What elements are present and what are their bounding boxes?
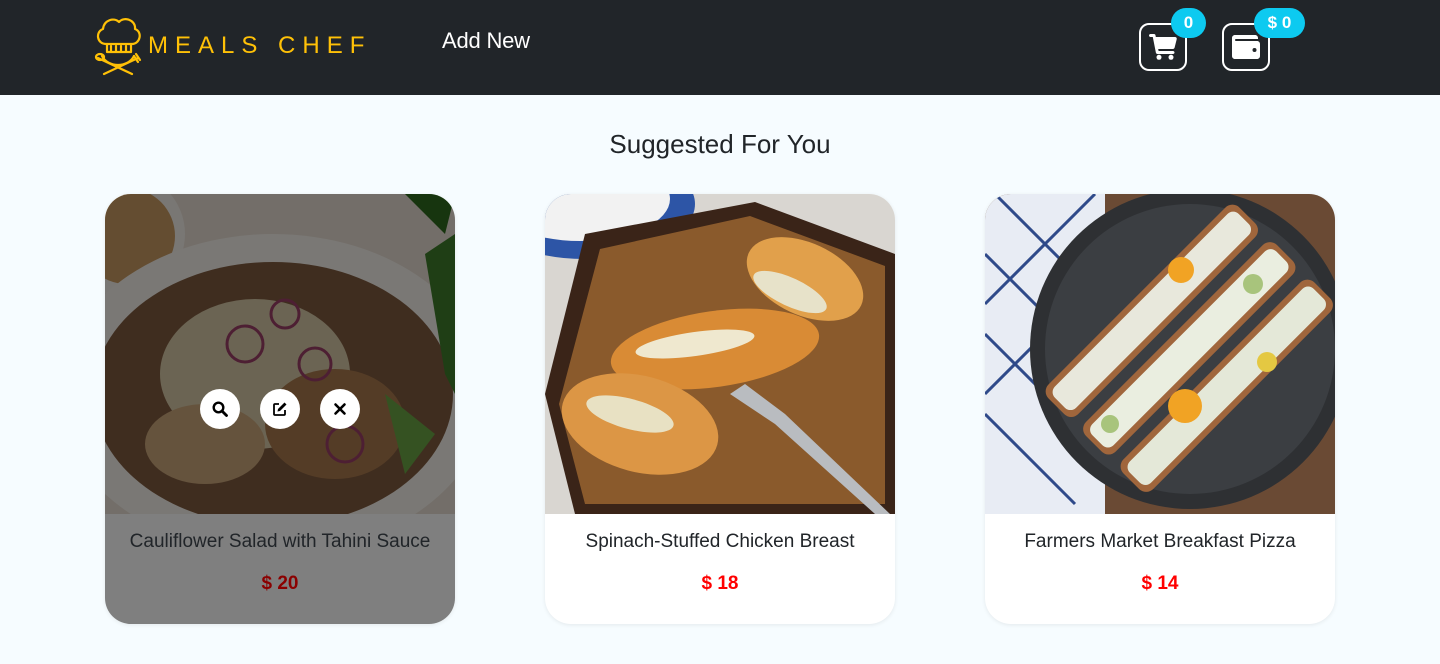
brand-link[interactable]: MEALS CHEF [92, 14, 371, 78]
wallet-icon [1232, 35, 1260, 59]
meal-card[interactable]: Farmers Market Breakfast Pizza $ 14 [985, 194, 1335, 624]
chef-hat-logo-icon [94, 18, 142, 76]
meal-price: $ 18 [701, 573, 739, 594]
card-actions [200, 389, 360, 429]
meal-card[interactable]: Spinach-Stuffed Chicken Breast $ 18 [545, 194, 895, 624]
cart-count-badge: 0 [1171, 8, 1206, 38]
close-icon [334, 403, 346, 415]
meal-name: Spinach-Stuffed Chicken Breast [585, 531, 855, 552]
add-new-link[interactable]: Add New [442, 28, 530, 54]
edit-icon [273, 402, 287, 416]
meal-card[interactable]: Cauliflower Salad with Tahini Sauce $ 20 [105, 194, 455, 624]
meal-price: $ 20 [261, 573, 299, 594]
card-body: Cauliflower Salad with Tahini Sauce $ 20 [105, 514, 455, 624]
navbar: MEALS CHEF Add New 0 $ 0 [0, 0, 1440, 95]
delete-meal-button[interactable] [320, 389, 360, 429]
card-body: Farmers Market Breakfast Pizza $ 14 [985, 514, 1335, 624]
meal-name: Farmers Market Breakfast Pizza [1024, 531, 1296, 552]
wallet-balance-badge: $ 0 [1254, 8, 1305, 38]
card-body: Spinach-Stuffed Chicken Breast $ 18 [545, 514, 895, 624]
section-title: Suggested For You [609, 129, 831, 159]
brand-name: MEALS CHEF [148, 32, 372, 59]
view-meal-button[interactable] [200, 389, 240, 429]
meal-price: $ 14 [1141, 573, 1179, 594]
search-icon [212, 401, 228, 417]
meal-image [985, 194, 1335, 514]
edit-meal-button[interactable] [260, 389, 300, 429]
shopping-cart-icon [1149, 34, 1177, 60]
meal-image [545, 194, 895, 514]
meal-name: Cauliflower Salad with Tahini Sauce [129, 531, 431, 552]
